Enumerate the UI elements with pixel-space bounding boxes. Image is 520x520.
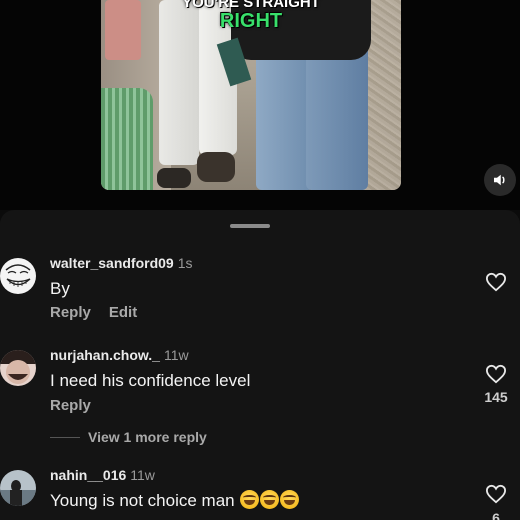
comment-actions: Reply Edit xyxy=(50,304,137,321)
username-text[interactable]: nurjahan.chow._ xyxy=(50,347,160,363)
comment-username[interactable]: nahin__016 11w xyxy=(50,467,155,483)
comment-timestamp: 11w xyxy=(163,347,189,363)
video-scene-sandal xyxy=(197,152,235,182)
comment-text: Young is not choice man xyxy=(50,490,300,511)
video-scene-person xyxy=(105,0,141,60)
avatar[interactable] xyxy=(0,258,36,294)
comment-username[interactable]: nurjahan.chow._ 11w xyxy=(50,347,189,363)
comment-text: I need his confidence level xyxy=(50,371,251,390)
replies-divider xyxy=(50,437,80,438)
heart-icon xyxy=(485,272,507,292)
like-button[interactable] xyxy=(484,272,508,297)
username-text[interactable]: walter_sandford09 xyxy=(50,255,174,271)
video-scene-green-shirt xyxy=(101,88,153,190)
edit-button[interactable]: Edit xyxy=(109,304,137,321)
like-count: 6 xyxy=(492,510,500,520)
like-count: 145 xyxy=(484,389,508,405)
comment-actions: Reply xyxy=(50,397,91,414)
comment-username[interactable]: walter_sandford09 1s xyxy=(50,255,193,271)
profile-photo-avatar-image xyxy=(0,470,36,506)
heart-icon xyxy=(485,484,507,504)
video-caption-highlight: RIGHT xyxy=(219,10,283,32)
comment-timestamp: 1s xyxy=(177,255,193,271)
speaker-icon xyxy=(494,174,505,186)
sound-toggle-button[interactable] xyxy=(484,164,516,196)
sheet-drag-handle[interactable] xyxy=(230,224,270,228)
video-player[interactable]: YOU'RE STRAIGHT RIGHT xyxy=(0,0,520,210)
joy-emoji-icon xyxy=(280,490,300,509)
comment-text-body: Young is not choice man xyxy=(50,491,235,510)
comment-text: By xyxy=(50,279,70,298)
reply-button[interactable]: Reply xyxy=(50,304,91,321)
view-more-replies-button[interactable]: View 1 more reply xyxy=(88,429,207,445)
avatar[interactable] xyxy=(0,350,36,386)
joy-emoji-icon xyxy=(240,490,260,509)
reply-button[interactable]: Reply xyxy=(50,397,91,414)
like-button[interactable] xyxy=(484,364,508,389)
comments-sheet: walter_sandford09 1s By Reply Edit nurjaha… xyxy=(0,210,520,520)
profile-photo-avatar-image xyxy=(0,350,36,386)
heart-icon xyxy=(485,364,507,384)
video-scene-sandal xyxy=(157,168,191,188)
comment-timestamp: 11w xyxy=(130,467,155,483)
joy-emoji-icon xyxy=(260,490,280,509)
video-scene-white-pants xyxy=(159,0,199,165)
like-button[interactable] xyxy=(484,484,508,509)
trollface-avatar-image xyxy=(0,258,36,294)
avatar[interactable] xyxy=(0,470,36,506)
username-text[interactable]: nahin__016 xyxy=(50,467,126,483)
video-frame[interactable]: YOU'RE STRAIGHT RIGHT xyxy=(101,0,401,190)
